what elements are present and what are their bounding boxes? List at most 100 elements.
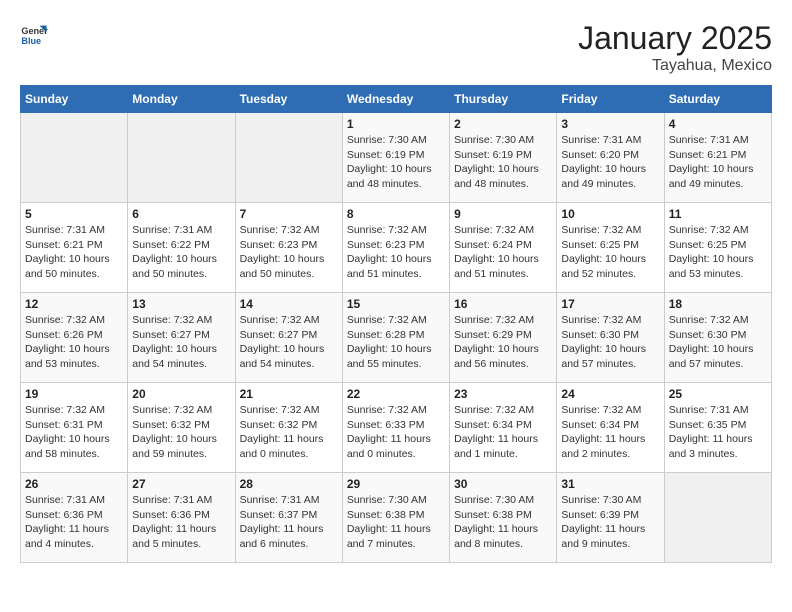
cell-week2-day1: 6Sunrise: 7:31 AMSunset: 6:22 PMDaylight… bbox=[128, 203, 235, 293]
day-number: 16 bbox=[454, 297, 552, 311]
day-info: Sunrise: 7:32 AMSunset: 6:30 PMDaylight:… bbox=[669, 313, 767, 372]
cell-week1-day3: 1 Sunrise: 7:30 AMSunset: 6:19 PMDaylight… bbox=[342, 113, 449, 203]
day-number: 24 bbox=[561, 387, 659, 401]
cell-week4-day5: 24 Sunrise: 7:32 AMSunset: 6:34 PMDayligh… bbox=[557, 383, 664, 473]
cell-week1-day1 bbox=[128, 113, 235, 203]
day-info: Sunrise: 7:30 AMSunset: 6:19 PMDaylight:… bbox=[347, 133, 445, 192]
cell-week5-day2: 28 Sunrise: 7:31 AMSunset: 6:37 PMDayligh… bbox=[235, 473, 342, 563]
day-info: Sunrise: 7:32 AMSunset: 6:28 PMDaylight:… bbox=[347, 313, 445, 372]
cell-week5-day6 bbox=[664, 473, 771, 563]
day-info: Sunrise: 7:32 AMSunset: 6:25 PMDaylight:… bbox=[561, 223, 659, 282]
header-tuesday: Tuesday bbox=[235, 86, 342, 113]
day-number: 5 bbox=[25, 207, 123, 221]
cell-week2-day0: 5Sunrise: 7:31 AMSunset: 6:21 PMDaylight… bbox=[21, 203, 128, 293]
cell-week4-day3: 22 Sunrise: 7:32 AMSunset: 6:33 PMDayligh… bbox=[342, 383, 449, 473]
day-number: 28 bbox=[240, 477, 338, 491]
day-info: Sunrise: 7:32 AMSunset: 6:32 PMDaylight:… bbox=[240, 403, 338, 462]
week-row-1: 1 Sunrise: 7:30 AMSunset: 6:19 PMDaylight… bbox=[21, 113, 772, 203]
cell-week2-day4: 9Sunrise: 7:32 AMSunset: 6:24 PMDaylight… bbox=[450, 203, 557, 293]
cell-week3-day4: 16 Sunrise: 7:32 AMSunset: 6:29 PMDayligh… bbox=[450, 293, 557, 383]
cell-week3-day6: 18Sunrise: 7:32 AMSunset: 6:30 PMDayligh… bbox=[664, 293, 771, 383]
day-number: 20 bbox=[132, 387, 230, 401]
day-number: 13 bbox=[132, 297, 230, 311]
day-info: Sunrise: 7:31 AMSunset: 6:20 PMDaylight:… bbox=[561, 133, 659, 192]
day-info: Sunrise: 7:31 AMSunset: 6:36 PMDaylight:… bbox=[132, 493, 230, 552]
page-header: General Blue January 2025 Tayahua, Mexic… bbox=[20, 20, 772, 75]
svg-text:Blue: Blue bbox=[21, 36, 41, 46]
day-info: Sunrise: 7:30 AMSunset: 6:38 PMDaylight:… bbox=[347, 493, 445, 552]
day-number: 11 bbox=[669, 207, 767, 221]
day-number: 26 bbox=[25, 477, 123, 491]
week-row-4: 19 Sunrise: 7:32 AMSunset: 6:31 PMDayligh… bbox=[21, 383, 772, 473]
cell-week5-day4: 30Sunrise: 7:30 AMSunset: 6:38 PMDayligh… bbox=[450, 473, 557, 563]
day-info: Sunrise: 7:31 AMSunset: 6:35 PMDaylight:… bbox=[669, 403, 767, 462]
day-number: 1 bbox=[347, 117, 445, 131]
day-info: Sunrise: 7:32 AMSunset: 6:34 PMDaylight:… bbox=[561, 403, 659, 462]
day-info: Sunrise: 7:32 AMSunset: 6:23 PMDaylight:… bbox=[240, 223, 338, 282]
day-info: Sunrise: 7:31 AMSunset: 6:21 PMDaylight:… bbox=[669, 133, 767, 192]
cell-week4-day4: 23 Sunrise: 7:32 AMSunset: 6:34 PMDayligh… bbox=[450, 383, 557, 473]
header-monday: Monday bbox=[128, 86, 235, 113]
day-info: Sunrise: 7:32 AMSunset: 6:32 PMDaylight:… bbox=[132, 403, 230, 462]
week-row-3: 12 Sunrise: 7:32 AMSunset: 6:26 PMDayligh… bbox=[21, 293, 772, 383]
day-number: 31 bbox=[561, 477, 659, 491]
day-info: Sunrise: 7:32 AMSunset: 6:27 PMDaylight:… bbox=[132, 313, 230, 372]
day-number: 23 bbox=[454, 387, 552, 401]
cell-week4-day0: 19 Sunrise: 7:32 AMSunset: 6:31 PMDayligh… bbox=[21, 383, 128, 473]
header-wednesday: Wednesday bbox=[342, 86, 449, 113]
day-number: 14 bbox=[240, 297, 338, 311]
day-info: Sunrise: 7:32 AMSunset: 6:26 PMDaylight:… bbox=[25, 313, 123, 372]
day-number: 12 bbox=[25, 297, 123, 311]
day-number: 4 bbox=[669, 117, 767, 131]
day-number: 19 bbox=[25, 387, 123, 401]
day-number: 17 bbox=[561, 297, 659, 311]
cell-week5-day3: 29 Sunrise: 7:30 AMSunset: 6:38 PMDayligh… bbox=[342, 473, 449, 563]
day-info: Sunrise: 7:32 AMSunset: 6:34 PMDaylight:… bbox=[454, 403, 552, 462]
day-info: Sunrise: 7:32 AMSunset: 6:25 PMDaylight:… bbox=[669, 223, 767, 282]
header-thursday: Thursday bbox=[450, 86, 557, 113]
cell-week1-day6: 4 Sunrise: 7:31 AMSunset: 6:21 PMDaylight… bbox=[664, 113, 771, 203]
cell-week4-day1: 20 Sunrise: 7:32 AMSunset: 6:32 PMDayligh… bbox=[128, 383, 235, 473]
day-info: Sunrise: 7:32 AMSunset: 6:30 PMDaylight:… bbox=[561, 313, 659, 372]
cell-week1-day4: 2 Sunrise: 7:30 AMSunset: 6:19 PMDaylight… bbox=[450, 113, 557, 203]
day-info: Sunrise: 7:32 AMSunset: 6:31 PMDaylight:… bbox=[25, 403, 123, 462]
week-row-2: 5Sunrise: 7:31 AMSunset: 6:21 PMDaylight… bbox=[21, 203, 772, 293]
day-number: 27 bbox=[132, 477, 230, 491]
day-number: 15 bbox=[347, 297, 445, 311]
day-number: 22 bbox=[347, 387, 445, 401]
header-saturday: Saturday bbox=[664, 86, 771, 113]
day-info: Sunrise: 7:32 AMSunset: 6:33 PMDaylight:… bbox=[347, 403, 445, 462]
day-number: 6 bbox=[132, 207, 230, 221]
cell-week3-day0: 12 Sunrise: 7:32 AMSunset: 6:26 PMDayligh… bbox=[21, 293, 128, 383]
calendar-table: Sunday Monday Tuesday Wednesday Thursday… bbox=[20, 85, 772, 563]
cell-week3-day5: 17 Sunrise: 7:32 AMSunset: 6:30 PMDayligh… bbox=[557, 293, 664, 383]
header-sunday: Sunday bbox=[21, 86, 128, 113]
cell-week2-day3: 8Sunrise: 7:32 AMSunset: 6:23 PMDaylight… bbox=[342, 203, 449, 293]
cell-week5-day1: 27 Sunrise: 7:31 AMSunset: 6:36 PMDayligh… bbox=[128, 473, 235, 563]
day-number: 21 bbox=[240, 387, 338, 401]
day-info: Sunrise: 7:30 AMSunset: 6:38 PMDaylight:… bbox=[454, 493, 552, 552]
day-info: Sunrise: 7:31 AMSunset: 6:37 PMDaylight:… bbox=[240, 493, 338, 552]
day-number: 7 bbox=[240, 207, 338, 221]
day-number: 25 bbox=[669, 387, 767, 401]
day-number: 29 bbox=[347, 477, 445, 491]
cell-week1-day0 bbox=[21, 113, 128, 203]
cell-week5-day5: 31Sunrise: 7:30 AMSunset: 6:39 PMDayligh… bbox=[557, 473, 664, 563]
day-info: Sunrise: 7:30 AMSunset: 6:19 PMDaylight:… bbox=[454, 133, 552, 192]
week-row-5: 26 Sunrise: 7:31 AMSunset: 6:36 PMDayligh… bbox=[21, 473, 772, 563]
day-info: Sunrise: 7:32 AMSunset: 6:27 PMDaylight:… bbox=[240, 313, 338, 372]
day-info: Sunrise: 7:32 AMSunset: 6:29 PMDaylight:… bbox=[454, 313, 552, 372]
cell-week4-day6: 25 Sunrise: 7:31 AMSunset: 6:35 PMDayligh… bbox=[664, 383, 771, 473]
logo: General Blue bbox=[20, 20, 48, 48]
logo-icon: General Blue bbox=[20, 20, 48, 48]
day-number: 9 bbox=[454, 207, 552, 221]
day-info: Sunrise: 7:31 AMSunset: 6:36 PMDaylight:… bbox=[25, 493, 123, 552]
cell-week2-day2: 7 Sunrise: 7:32 AMSunset: 6:23 PMDaylight… bbox=[235, 203, 342, 293]
header-friday: Friday bbox=[557, 86, 664, 113]
calendar-subtitle: Tayahua, Mexico bbox=[578, 57, 772, 75]
cell-week1-day5: 3Sunrise: 7:31 AMSunset: 6:20 PMDaylight… bbox=[557, 113, 664, 203]
cell-week3-day2: 14 Sunrise: 7:32 AMSunset: 6:27 PMDayligh… bbox=[235, 293, 342, 383]
title-block: January 2025 Tayahua, Mexico bbox=[578, 20, 772, 75]
cell-week2-day6: 11 Sunrise: 7:32 AMSunset: 6:25 PMDayligh… bbox=[664, 203, 771, 293]
day-number: 2 bbox=[454, 117, 552, 131]
